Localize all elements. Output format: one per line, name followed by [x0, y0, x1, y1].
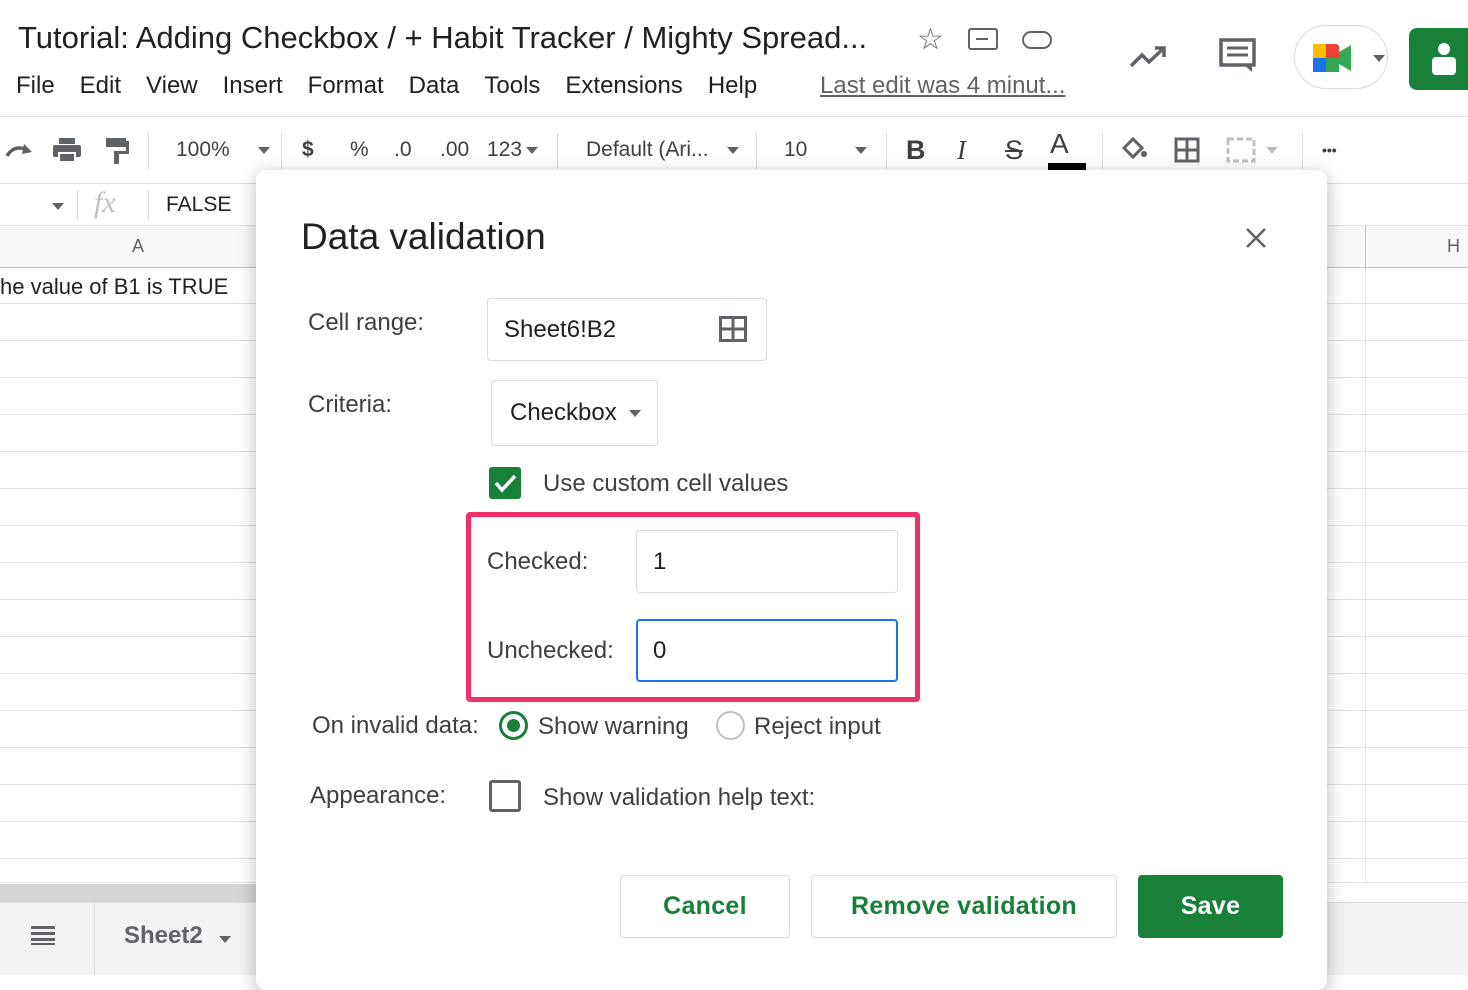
- column-header-h[interactable]: H: [1447, 236, 1460, 257]
- activity-trend-icon[interactable]: [1128, 44, 1168, 70]
- show-warning-radio[interactable]: [499, 711, 528, 740]
- cancel-button[interactable]: Cancel: [620, 875, 790, 938]
- checked-label: Checked:: [487, 548, 589, 575]
- reject-input-label: Reject input: [754, 713, 881, 740]
- lock-person-icon: [1432, 43, 1456, 75]
- select-range-icon[interactable]: [719, 316, 747, 342]
- menu-file[interactable]: File: [16, 72, 55, 100]
- fx-icon: fx: [94, 186, 116, 219]
- horizontal-scrollbar[interactable]: [0, 884, 260, 902]
- document-title[interactable]: Tutorial: Adding Checkbox / + Habit Trac…: [18, 20, 867, 56]
- dialog-title: Data validation: [301, 216, 546, 257]
- chevron-down-icon: [628, 409, 641, 417]
- menu-help[interactable]: Help: [708, 72, 757, 100]
- name-box-dropdown-icon[interactable]: [52, 203, 64, 210]
- help-text-checkbox[interactable]: [489, 780, 521, 812]
- chevron-down-icon: [1373, 55, 1385, 62]
- close-icon[interactable]: [1245, 227, 1267, 249]
- unchecked-label: Unchecked:: [487, 637, 614, 664]
- show-warning-label: Show warning: [538, 713, 689, 740]
- zoom-select[interactable]: 100%: [176, 117, 270, 183]
- star-icon[interactable]: ☆: [917, 22, 944, 57]
- menu-view[interactable]: View: [146, 72, 198, 100]
- paint-format-icon[interactable]: [104, 117, 130, 183]
- cell-range-label: Cell range:: [308, 309, 425, 336]
- custom-values-checkbox[interactable]: [489, 467, 521, 499]
- meet-button[interactable]: [1294, 25, 1388, 89]
- invalid-data-label: On invalid data:: [312, 712, 479, 739]
- column-header-a[interactable]: A: [132, 236, 144, 257]
- cell-range-input[interactable]: Sheet6!B2: [487, 298, 767, 361]
- save-button[interactable]: Save: [1138, 875, 1283, 938]
- reject-input-radio[interactable]: [716, 711, 745, 740]
- help-text-label: Show validation help text:: [543, 784, 816, 811]
- checked-value-input[interactable]: 1: [636, 530, 898, 593]
- menu-bar: File Edit View Insert Format Data Tools …: [16, 72, 782, 100]
- remove-validation-button[interactable]: Remove validation: [811, 875, 1117, 938]
- criteria-label: Criteria:: [308, 391, 393, 418]
- print-icon[interactable]: [52, 117, 82, 183]
- menu-format[interactable]: Format: [308, 72, 384, 100]
- cloud-status-icon[interactable]: [1022, 31, 1052, 49]
- all-sheets-icon[interactable]: [31, 925, 55, 945]
- unchecked-value-input[interactable]: 0: [636, 619, 898, 682]
- data-validation-dialog: Data validation Cell range: Sheet6!B2 Cr…: [256, 170, 1327, 990]
- menu-data[interactable]: Data: [409, 72, 460, 100]
- redo-icon[interactable]: [4, 117, 34, 183]
- meet-camera-icon: [1313, 44, 1351, 72]
- criteria-select[interactable]: Checkbox: [491, 380, 658, 446]
- menu-edit[interactable]: Edit: [80, 72, 121, 100]
- last-edit-link[interactable]: Last edit was 4 minut...: [820, 72, 1065, 100]
- text-color-swatch: [1048, 163, 1086, 170]
- appearance-label: Appearance:: [310, 782, 447, 809]
- move-folder-icon[interactable]: [968, 28, 998, 50]
- checkmark-icon: [494, 474, 517, 493]
- menu-insert[interactable]: Insert: [223, 72, 283, 100]
- formula-input[interactable]: FALSE: [166, 193, 231, 217]
- menu-extensions[interactable]: Extensions: [565, 72, 682, 100]
- sheet-tab-sheet2[interactable]: Sheet2: [124, 922, 231, 950]
- share-button[interactable]: [1409, 28, 1468, 90]
- menu-tools[interactable]: Tools: [484, 72, 540, 100]
- comments-icon[interactable]: [1219, 38, 1257, 74]
- custom-values-label: Use custom cell values: [543, 470, 789, 497]
